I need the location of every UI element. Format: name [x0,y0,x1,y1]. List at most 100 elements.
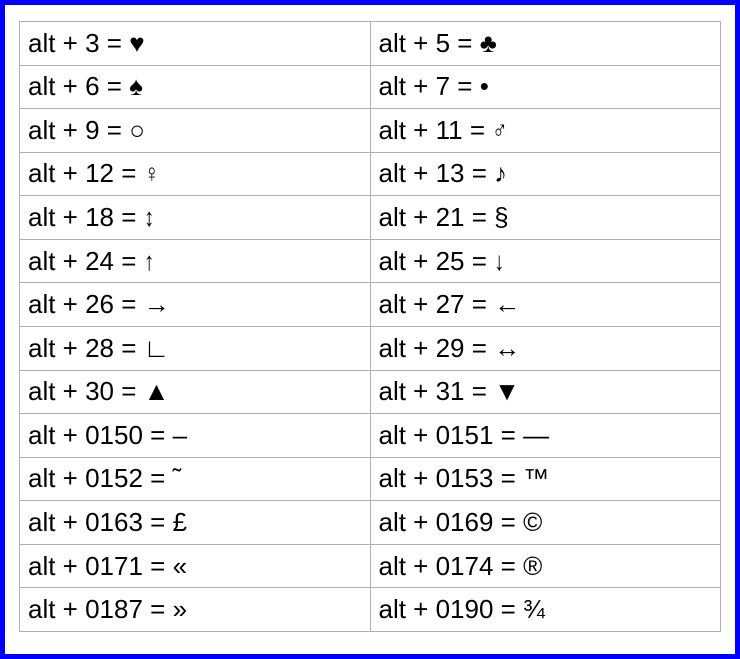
alt-code-separator: = [463,115,493,145]
alt-code-cell: alt + 13 = ♪ [370,152,721,196]
alt-code-prefix: alt + [379,246,436,276]
alt-code-prefix: alt + [379,289,436,319]
alt-code-prefix: alt + [379,28,436,58]
alt-code-table: alt + 3 = ♥alt + 5 = ♣alt + 6 = ♠alt + 7… [19,21,721,632]
alt-code-number: 7 [436,71,450,101]
alt-code-separator: = [143,507,173,537]
alt-code-number: 6 [85,71,99,101]
alt-code-prefix: alt + [379,594,436,624]
alt-code-prefix: alt + [28,376,85,406]
alt-code-number: 0152 [85,463,143,493]
alt-code-prefix: alt + [28,333,85,363]
alt-code-cell: alt + 26 = → [20,283,371,327]
alt-code-symbol: ♥ [129,28,144,58]
alt-code-separator: = [143,420,173,450]
alt-code-prefix: alt + [379,202,436,232]
alt-code-cell: alt + 28 = ∟ [20,326,371,370]
alt-code-cell: alt + 0151 = — [370,414,721,458]
alt-code-symbol: ♀ [144,158,160,189]
alt-code-prefix: alt + [28,289,85,319]
alt-code-symbol: ˜ [173,463,182,493]
alt-code-separator: = [100,28,130,58]
alt-code-number: 28 [85,333,114,363]
table-row: alt + 24 = ↑alt + 25 = ↓ [20,239,721,283]
table-row: alt + 0152 = ˜alt + 0153 = ™ [20,457,721,501]
alt-code-cell: alt + 0163 = £ [20,501,371,545]
alt-code-number: 0163 [85,507,143,537]
alt-code-separator: = [465,376,495,406]
alt-code-symbol: ▼ [494,376,520,406]
alt-code-cell: alt + 6 = ♠ [20,65,371,109]
alt-code-cell: alt + 0187 = » [20,588,371,632]
alt-code-prefix: alt + [379,71,436,101]
alt-code-cell: alt + 0150 = – [20,414,371,458]
alt-code-number: 21 [436,202,465,232]
alt-code-symbol: ▲ [144,376,170,406]
alt-code-symbol: ® [523,551,542,581]
alt-code-separator: = [465,289,495,319]
alt-code-cell: alt + 12 = ♀ [20,152,371,196]
alt-code-number: 24 [85,246,114,276]
alt-code-cell: alt + 0171 = « [20,544,371,588]
alt-code-symbol: ↑ [144,246,154,277]
alt-code-cell: alt + 25 = ↓ [370,239,721,283]
table-row: alt + 0150 = –alt + 0151 = — [20,414,721,458]
alt-code-separator: = [100,115,130,145]
alt-code-symbol: « [173,551,187,581]
alt-code-number: 11 [436,115,463,145]
alt-code-prefix: alt + [379,376,436,406]
alt-code-symbol: ↕ [144,202,154,233]
alt-code-prefix: alt + [379,333,436,363]
alt-code-separator: = [465,158,495,188]
alt-code-symbol: ∟ [144,333,169,363]
alt-code-symbol: – [173,420,187,450]
alt-code-prefix: alt + [379,463,436,493]
alt-code-prefix: alt + [379,115,436,145]
alt-code-number: 31 [436,376,465,406]
alt-code-prefix: alt + [379,507,436,537]
alt-code-prefix: alt + [379,551,436,581]
alt-code-symbol: ♪ [494,158,507,188]
alt-code-separator: = [100,71,130,101]
table-row: alt + 0171 = «alt + 0174 = ® [20,544,721,588]
alt-code-number: 3 [85,28,99,58]
table-row: alt + 30 = ▲alt + 31 = ▼ [20,370,721,414]
table-row: alt + 0187 = »alt + 0190 = ¾ [20,588,721,632]
alt-code-number: 9 [85,115,99,145]
alt-code-symbol: — [523,420,549,450]
alt-code-symbol: ↓ [494,246,504,277]
alt-code-number: 13 [436,158,465,188]
alt-code-cell: alt + 3 = ♥ [20,22,371,66]
alt-code-prefix: alt + [28,594,85,624]
table-row: alt + 18 = ↕alt + 21 = § [20,196,721,240]
alt-code-separator: = [450,28,480,58]
alt-code-prefix: alt + [28,158,85,188]
alt-code-number: 26 [85,289,114,319]
alt-code-symbol: ¾ [523,594,545,624]
alt-code-chart: alt + 3 = ♥alt + 5 = ♣alt + 6 = ♠alt + 7… [0,0,740,659]
alt-code-prefix: alt + [379,420,436,450]
alt-code-prefix: alt + [28,28,85,58]
alt-code-separator: = [143,551,173,581]
alt-code-cell: alt + 27 = ← [370,283,721,327]
alt-code-cell: alt + 7 = • [370,65,721,109]
alt-code-number: 0171 [85,551,143,581]
table-row: alt + 3 = ♥alt + 5 = ♣ [20,22,721,66]
alt-code-number: 0150 [85,420,143,450]
table-row: alt + 9 = ○alt + 11 = ♂ [20,109,721,153]
table-row: alt + 0163 = £alt + 0169 = © [20,501,721,545]
table-row: alt + 6 = ♠alt + 7 = • [20,65,721,109]
alt-code-separator: = [493,420,523,450]
alt-code-number: 0151 [436,420,494,450]
alt-code-separator: = [465,202,495,232]
alt-code-separator: = [493,594,523,624]
alt-code-symbol: ™ [523,463,549,493]
alt-code-number: 18 [85,202,114,232]
alt-code-symbol: → [144,289,170,319]
alt-code-cell: alt + 0153 = ™ [370,457,721,501]
alt-code-symbol: ↔ [494,333,520,363]
alt-code-symbol: ♠ [129,71,143,101]
alt-code-symbol: • [480,71,489,101]
alt-code-separator: = [114,158,144,188]
alt-code-separator: = [143,594,173,624]
